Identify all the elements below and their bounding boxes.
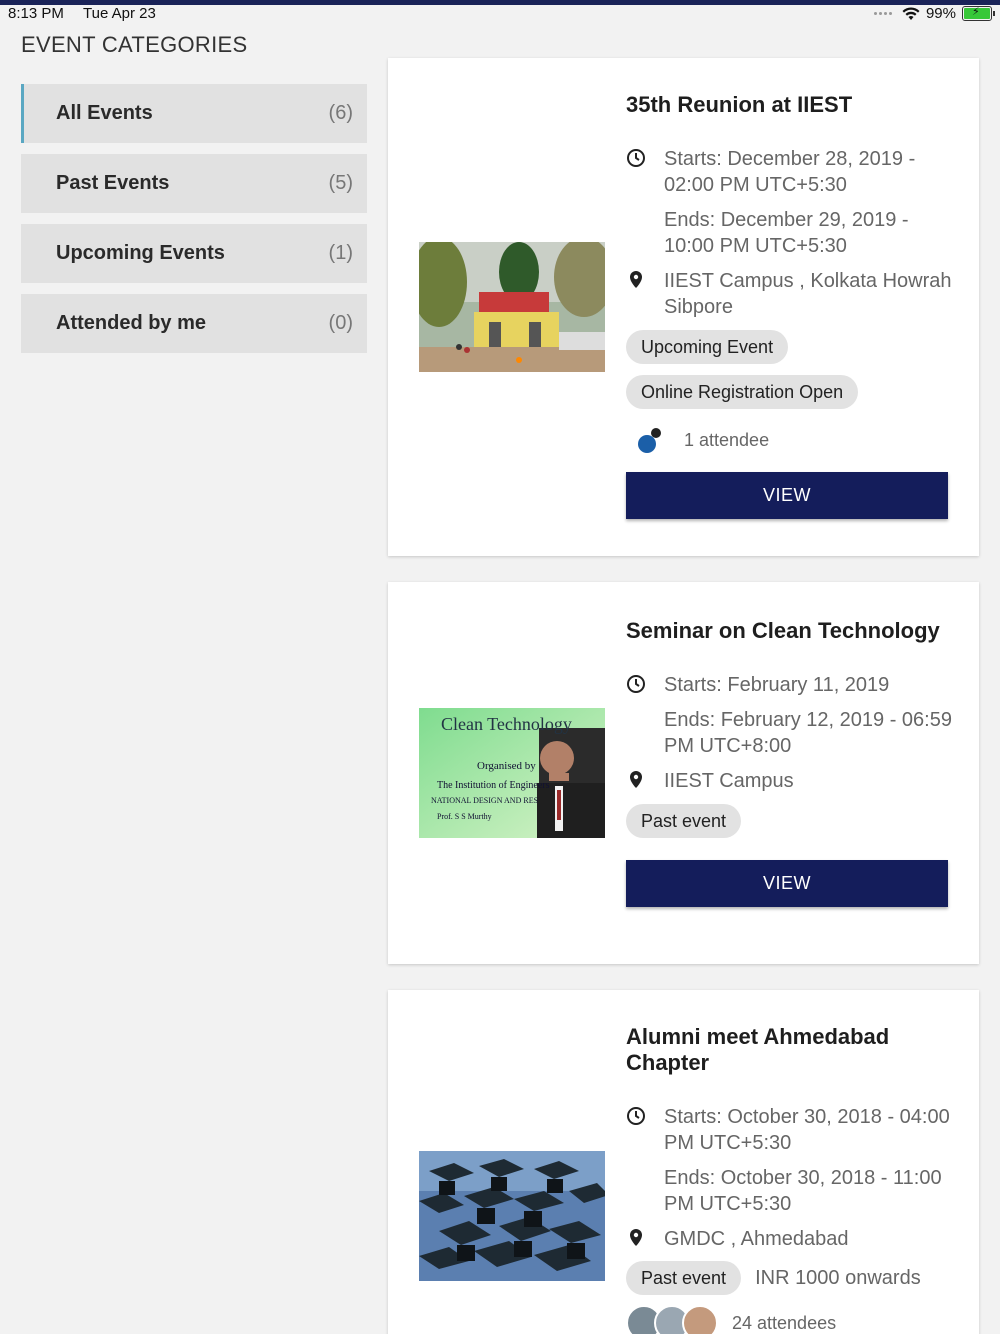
- event-chips: Past event INR 1000 onwards: [626, 1261, 956, 1295]
- event-start: Starts: December 28, 2019 - 02:00 PM UTC…: [664, 148, 916, 196]
- event-title: 35th Reunion at IIEST: [626, 92, 853, 117]
- category-past-events[interactable]: Past Events (5): [21, 154, 367, 213]
- location-pin-icon: [626, 268, 664, 295]
- battery-percent: 99%: [925, 5, 956, 22]
- image-line: NATIONAL DESIGN AND RES: [431, 796, 539, 805]
- category-count: (5): [328, 172, 353, 194]
- event-image: Clean Technology Organised by The Instit…: [419, 708, 605, 838]
- event-chips: Upcoming Event: [626, 330, 956, 364]
- event-card: Clean Technology Organised by The Instit…: [388, 582, 979, 964]
- category-label: Attended by me: [56, 312, 207, 334]
- cellular-signal-icon: [873, 12, 892, 15]
- category-count: (1): [328, 242, 353, 264]
- category-attended-by-me[interactable]: Attended by me (0): [21, 294, 367, 353]
- category-label: All Events: [56, 102, 153, 124]
- event-end: Ends: October 30, 2018 - 11:00 PM UTC+5:…: [664, 1167, 942, 1215]
- image-line: Prof. S S Murthy: [437, 812, 492, 821]
- attendee-count: 24 attendees: [732, 1312, 837, 1333]
- view-button[interactable]: VIEW: [626, 860, 948, 907]
- event-end: Ends: December 29, 2019 - 10:00 PM UTC+5…: [664, 209, 909, 257]
- event-location-row: IIEST Campus: [626, 768, 956, 795]
- attendee-avatars: [626, 1305, 718, 1334]
- attendee-row[interactable]: 1 attendee: [626, 425, 956, 455]
- attendee-avatar-icon: [638, 428, 661, 453]
- image-caption: Clean Technology Organised by The Instit…: [419, 708, 605, 838]
- wifi-icon: [902, 6, 920, 20]
- event-end: Ends: February 12, 2019 - 06:59 PM UTC+8…: [664, 709, 952, 757]
- event-location-row: IIEST Campus , Kolkata Howrah Sibpore: [626, 268, 956, 320]
- category-label: Past Events: [56, 172, 170, 194]
- avatar: [682, 1305, 718, 1334]
- status-date: Tue Apr 23: [83, 5, 156, 22]
- event-title: Alumni meet Ahmedabad Chapter: [626, 1024, 890, 1075]
- event-location: IIEST Campus , Kolkata Howrah Sibpore: [664, 270, 952, 318]
- battery-icon: [962, 5, 995, 21]
- event-start: Starts: October 30, 2018 - 04:00 PM UTC+…: [664, 1106, 950, 1154]
- attendee-count: 1 attendee: [684, 429, 770, 450]
- event-location: IIEST Campus: [664, 770, 794, 792]
- event-image: [419, 1151, 605, 1281]
- event-details: Alumni meet Ahmedabad Chapter Starts: Oc…: [626, 1024, 956, 1334]
- event-location: GMDC , Ahmedabad: [664, 1228, 849, 1250]
- status-chip: Past event: [626, 1261, 742, 1295]
- event-time-row: Starts: February 11, 2019 Ends: February…: [626, 672, 956, 759]
- event-card: 35th Reunion at IIEST Starts: December 2…: [388, 58, 979, 556]
- category-upcoming-events[interactable]: Upcoming Events (1): [21, 224, 367, 283]
- status-bar: 8:13 PM Tue Apr 23 99%: [0, 5, 1000, 23]
- category-list: All Events (6) Past Events (5) Upcoming …: [21, 84, 367, 364]
- attendee-row[interactable]: 24 attendees: [626, 1305, 956, 1334]
- location-pin-icon: [626, 768, 664, 795]
- event-time-row: Starts: December 28, 2019 - 02:00 PM UTC…: [626, 146, 956, 259]
- category-count: (6): [328, 102, 353, 124]
- categories-title: EVENT CATEGORIES: [21, 32, 248, 57]
- category-label: Upcoming Events: [56, 242, 225, 264]
- event-details: 35th Reunion at IIEST Starts: December 2…: [626, 92, 956, 519]
- clock-icon: [626, 672, 664, 699]
- location-pin-icon: [626, 1226, 664, 1253]
- status-chip: Upcoming Event: [626, 330, 789, 364]
- event-title: Seminar on Clean Technology: [626, 618, 940, 643]
- category-count: (0): [328, 312, 353, 334]
- event-details: Seminar on Clean Technology Starts: Febr…: [626, 618, 956, 907]
- image-title: Clean Technology: [441, 714, 572, 734]
- image-line: The Institution of Engineers: [437, 780, 550, 791]
- status-chip: Past event: [626, 804, 742, 838]
- event-chips: Past event: [626, 804, 956, 838]
- event-location-row: GMDC , Ahmedabad: [626, 1226, 956, 1253]
- event-time-row: Starts: October 30, 2018 - 04:00 PM UTC+…: [626, 1104, 956, 1217]
- event-image: [419, 242, 605, 372]
- event-chips: Online Registration Open: [626, 375, 956, 409]
- status-right: 99%: [873, 5, 995, 22]
- event-start: Starts: February 11, 2019: [664, 674, 890, 696]
- view-button[interactable]: VIEW: [626, 472, 948, 519]
- registration-chip: Online Registration Open: [626, 375, 859, 409]
- status-time: 8:13 PM: [8, 5, 64, 22]
- event-price: INR 1000 onwards: [755, 1266, 921, 1289]
- event-card: Alumni meet Ahmedabad Chapter Starts: Oc…: [388, 990, 979, 1334]
- clock-icon: [626, 146, 664, 173]
- category-all-events[interactable]: All Events (6): [21, 84, 367, 143]
- image-line: Organised by: [477, 760, 536, 772]
- clock-icon: [626, 1104, 664, 1131]
